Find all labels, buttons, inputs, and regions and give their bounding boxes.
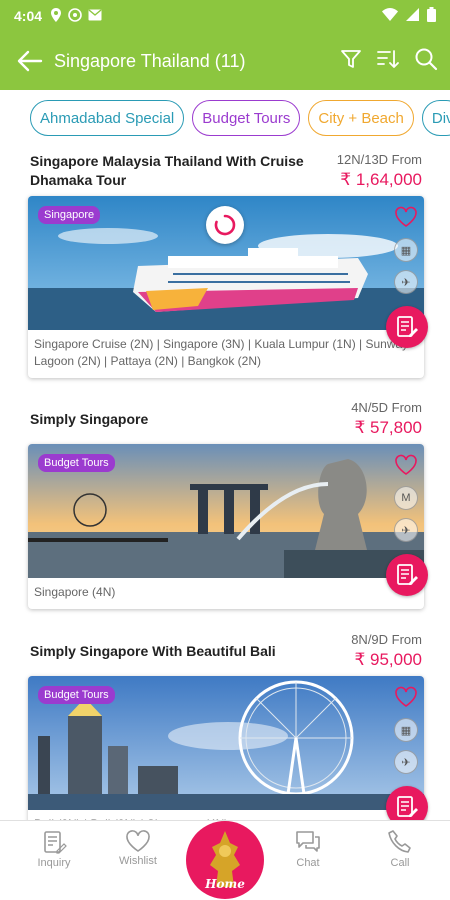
tour-badge: Singapore <box>38 206 101 224</box>
status-time: 4:04 <box>14 8 43 24</box>
heart-icon <box>395 454 417 475</box>
chip-div[interactable]: Div <box>421 100 450 136</box>
tour-card[interactable]: Budget Tours M ✈ Singapore (4N) <box>28 444 424 609</box>
search-button[interactable] <box>414 47 438 76</box>
tour-item[interactable]: Simply Singapore With Beautiful Bali 8N/… <box>28 630 428 820</box>
tour-price: ₹ 57,800 <box>354 418 422 437</box>
meal-icon: M <box>394 486 418 510</box>
nav-wishlist[interactable]: Wishlist <box>108 829 168 867</box>
nav-inquiry[interactable]: Inquiry <box>24 829 84 869</box>
nav-call-label: Call <box>390 857 410 869</box>
tour-image[interactable]: Budget Tours M ✈ <box>28 444 424 578</box>
tour-itinerary: Singapore Cruise (2N) | Singapore (3N) |… <box>34 337 409 368</box>
wishlist-heart-button[interactable] <box>394 206 418 230</box>
battery-icon <box>427 7 436 25</box>
tour-item[interactable]: Simply Singapore 4N/5D From ₹ 57,800 Bud… <box>28 398 428 609</box>
nav-inquiry-label: Inquiry <box>37 857 71 869</box>
enquiry-form-icon <box>397 564 418 585</box>
nav-wishlist-label: Wishlist <box>119 855 157 867</box>
location-icon <box>50 7 62 25</box>
hotel-icon: ▦ <box>394 718 418 742</box>
hotel-icon: ▦ <box>394 238 418 262</box>
enquiry-form-icon <box>397 316 418 337</box>
tour-price: ₹ 1,64,000 <box>340 170 422 189</box>
sort-button[interactable] <box>376 48 400 75</box>
back-button[interactable] <box>12 43 48 79</box>
chip-ahmadabad-special[interactable]: Ahmadabad Special <box>30 100 185 136</box>
wishlist-heart-button[interactable] <box>394 454 418 478</box>
tour-card[interactable]: Budget Tours ▦ ✈ Bali (2N) | Bali (2N) |… <box>28 676 424 820</box>
bottom-nav: Inquiry Wishlist Home Chat Call <box>0 820 450 900</box>
tour-image[interactable]: Singapore ▦ ✈ <box>28 196 424 330</box>
nav-chat[interactable]: Chat <box>278 829 338 869</box>
tour-badge: Budget Tours <box>38 454 115 472</box>
sort-icon <box>377 49 399 68</box>
flight-icon: ✈ <box>394 270 418 294</box>
filter-icon <box>341 49 361 68</box>
filter-button[interactable] <box>340 48 362 75</box>
chip-budget-tours[interactable]: Budget Tours <box>192 100 301 136</box>
search-icon <box>415 48 438 70</box>
loading-spinner <box>206 206 244 244</box>
tour-list[interactable]: Ahmadabad Special Budget Tours City + Be… <box>0 90 450 820</box>
flight-icon: ✈ <box>394 750 418 774</box>
tour-name[interactable]: Simply Singapore <box>30 410 320 429</box>
nav-home-label: Home <box>205 877 245 891</box>
flight-icon: ✈ <box>394 518 418 542</box>
page-title: Singapore Thailand (11) <box>54 50 246 71</box>
tour-itinerary: Bali (2N) | Bali (2N) | Singapore (4N) <box>28 810 424 820</box>
status-bar: 4:04 <box>0 0 450 32</box>
heart-icon <box>395 206 417 227</box>
enquiry-form-icon <box>397 796 418 817</box>
tour-price: ₹ 95,000 <box>354 650 422 669</box>
enquire-button[interactable] <box>386 554 428 596</box>
mail-icon <box>88 8 102 24</box>
loading-icon <box>214 214 236 236</box>
category-chips: Ahmadabad Special Budget Tours City + Be… <box>30 100 450 136</box>
nav-chat-label: Chat <box>296 857 320 869</box>
app-bar: Singapore Thailand (11) <box>0 32 450 90</box>
tour-duration: 12N/13D From <box>336 152 422 167</box>
nav-home[interactable]: Home <box>186 821 264 899</box>
enquire-button[interactable] <box>386 786 428 820</box>
whatsapp-icon <box>68 7 82 25</box>
tour-name[interactable]: Singapore Malaysia Thailand With Cruise … <box>30 152 320 190</box>
tour-duration: 8N/9D From <box>351 632 422 647</box>
back-arrow-icon <box>17 50 43 72</box>
tour-card[interactable]: Singapore ▦ ✈ Singapore Cruise (2N) | Si… <box>28 196 424 378</box>
enquire-button[interactable] <box>386 306 428 348</box>
chip-city-beach[interactable]: City + Beach <box>308 100 414 136</box>
heart-icon <box>395 686 417 707</box>
signal-icon <box>406 8 419 24</box>
tour-name[interactable]: Simply Singapore With Beautiful Bali <box>30 642 320 661</box>
tour-image[interactable]: Budget Tours ▦ ✈ <box>28 676 424 810</box>
wishlist-icon <box>126 830 150 852</box>
tour-itinerary: Singapore (4N) <box>34 585 116 599</box>
tour-item[interactable]: Singapore Malaysia Thailand With Cruise … <box>28 150 428 378</box>
chat-icon <box>296 831 320 852</box>
tour-badge: Budget Tours <box>38 686 115 704</box>
inquiry-icon <box>44 831 67 854</box>
wishlist-heart-button[interactable] <box>394 686 418 710</box>
wifi-icon <box>382 8 398 24</box>
phone-icon <box>388 830 411 853</box>
nav-call[interactable]: Call <box>370 829 430 869</box>
tour-duration: 4N/5D From <box>351 400 422 415</box>
